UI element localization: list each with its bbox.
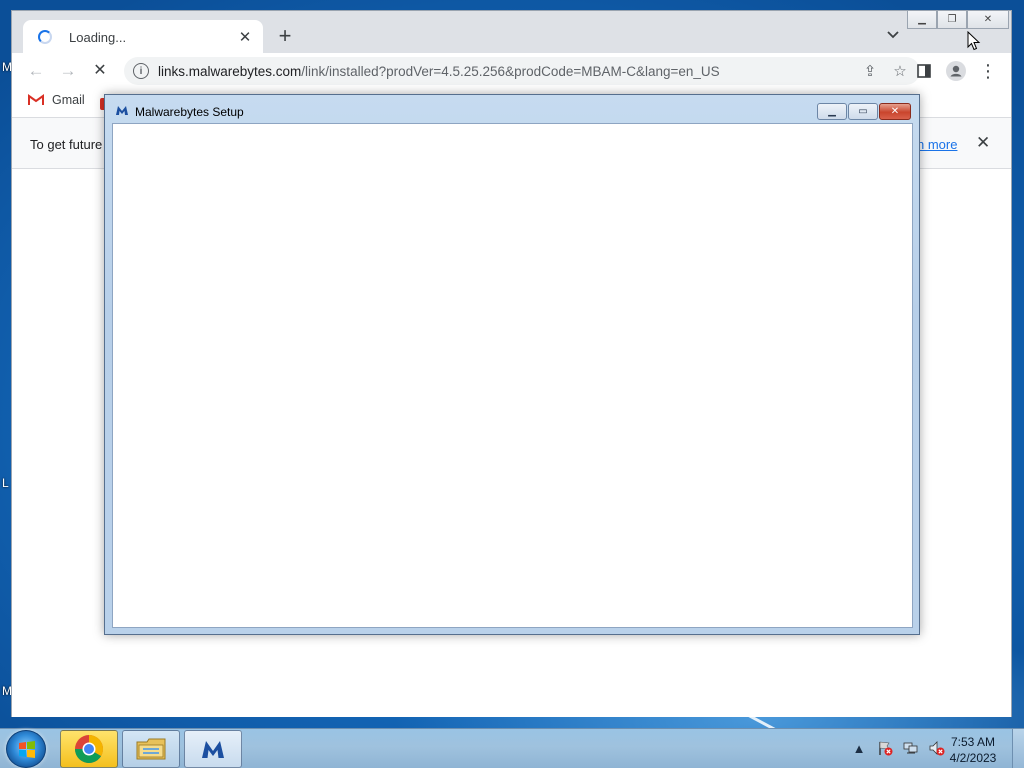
side-panel-icon[interactable] <box>914 61 934 81</box>
back-arrow-icon[interactable]: ← <box>26 61 46 81</box>
address-bar[interactable]: i links.malwarebytes.com/link/installed?… <box>124 57 920 85</box>
url-host: links.malwarebytes.com <box>158 63 302 79</box>
bookmark-label: Gmail <box>52 93 85 107</box>
taskbar-clock[interactable]: 7:53 AM 4/2/2023 <box>940 734 1006 766</box>
window-controls: ▁ ❐ ✕ <box>907 11 1009 29</box>
setup-window-controls: ▁ ▭ ✕ <box>817 103 911 120</box>
windows-logo-icon <box>19 741 35 758</box>
tab-close-icon[interactable]: ✕ <box>237 29 253 46</box>
infobar-message: To get future <box>30 137 103 152</box>
folder-icon <box>136 738 166 760</box>
malwarebytes-logo-icon <box>116 106 128 115</box>
taskbar: ▲ 7:53 AM 4/2/2023 <box>0 728 1024 768</box>
site-info-icon[interactable]: i <box>133 63 149 79</box>
restore-button[interactable]: ❐ <box>937 11 967 29</box>
toolbar: ← → ✕ i links.malwarebytes.com/link/inst… <box>12 53 1011 89</box>
taskbar-malwarebytes-button[interactable] <box>184 730 242 768</box>
mouse-cursor-icon <box>967 31 981 51</box>
forward-arrow-icon[interactable]: → <box>58 61 78 81</box>
menu-kebab-icon[interactable]: ⋮ <box>978 61 998 81</box>
new-tab-button[interactable]: + <box>274 25 296 47</box>
learn-more-link[interactable]: n more <box>917 137 957 152</box>
url-text[interactable]: links.malwarebytes.com/link/installed?pr… <box>158 64 860 79</box>
tray-overflow-chevron-icon[interactable]: ▲ <box>850 739 868 757</box>
gmail-icon <box>28 94 44 105</box>
tab-strip: Loading... ✕ + ▁ ❐ ✕ <box>12 11 1011 54</box>
desktop-icon-label[interactable]: L <box>2 476 9 490</box>
system-tray: ▲ <box>850 739 946 757</box>
close-button[interactable]: ✕ <box>967 11 1009 29</box>
profile-avatar-icon[interactable] <box>946 61 966 81</box>
bookmark-star-icon[interactable]: ☆ <box>890 61 910 81</box>
minimize-button[interactable]: ▁ <box>907 11 937 29</box>
setup-minimize-button[interactable]: ▁ <box>817 103 847 120</box>
tab-title: Loading... <box>69 29 127 45</box>
setup-dialog: Malwarebytes Setup ▁ ▭ ✕ <box>104 94 920 635</box>
chrome-icon <box>75 735 103 763</box>
url-path: /link/installed?prodVer=4.5.25.256&prodC… <box>301 63 720 79</box>
show-desktop-button[interactable] <box>1012 729 1024 768</box>
share-icon[interactable]: ⇪ <box>860 61 880 81</box>
taskbar-chrome-button[interactable] <box>60 730 118 768</box>
tab-active[interactable]: Loading... ✕ <box>23 20 263 54</box>
malwarebytes-icon <box>202 741 224 758</box>
infobar-close-icon[interactable]: ✕ <box>976 133 990 153</box>
action-center-flag-icon[interactable] <box>876 739 894 757</box>
setup-titlebar[interactable]: Malwarebytes Setup ▁ ▭ ✕ <box>105 95 919 123</box>
clock-time: 7:53 AM <box>950 735 996 749</box>
tab-search-chevron-icon[interactable] <box>884 28 902 42</box>
clock-date: 4/2/2023 <box>949 751 997 765</box>
setup-close-button[interactable]: ✕ <box>879 103 911 120</box>
setup-maximize-button[interactable]: ▭ <box>848 103 878 120</box>
loading-spinner-icon <box>38 30 52 44</box>
network-icon[interactable] <box>902 739 920 757</box>
start-button[interactable] <box>6 730 46 768</box>
bookmark-gmail[interactable]: Gmail <box>28 93 85 107</box>
setup-title: Malwarebytes Setup <box>135 105 244 119</box>
stop-loading-icon[interactable]: ✕ <box>90 61 110 81</box>
setup-content-area <box>112 123 913 628</box>
taskbar-explorer-button[interactable] <box>122 730 180 768</box>
